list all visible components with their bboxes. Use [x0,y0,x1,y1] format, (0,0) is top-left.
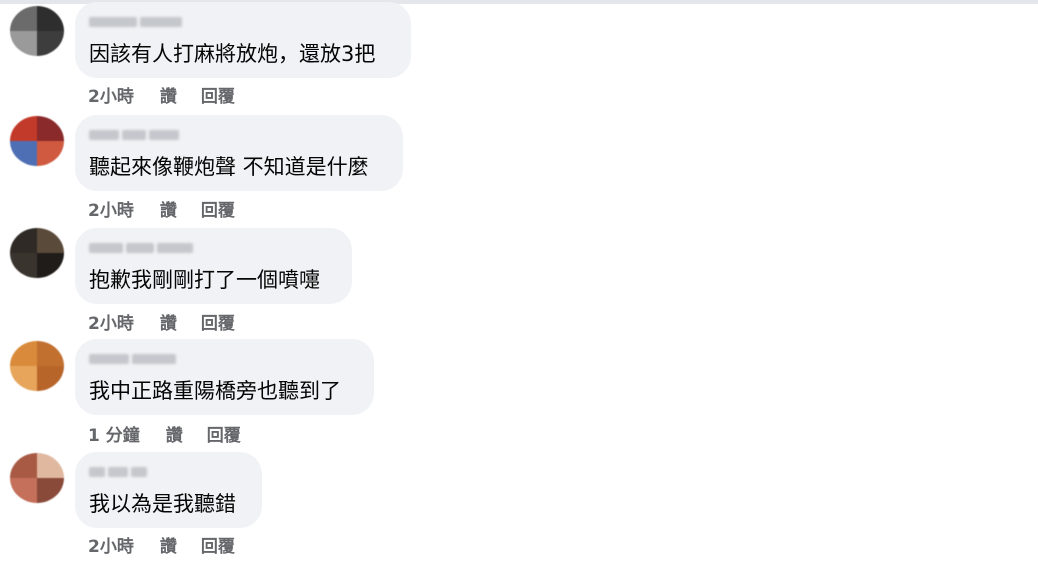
comment-item: 聽起來像鞭炮聲 不知道是什麼 2小時 讚 回覆 [0,113,1038,226]
avatar-tile [37,6,64,31]
avatar-tile [10,31,37,56]
comment-actions: 2小時 讚 回覆 [88,196,235,221]
avatar-tile [10,253,37,278]
comment-item: 我中正路重陽橋旁也聽到了 1 分鐘 讚 回覆 [0,339,1038,452]
comment-timestamp[interactable]: 2小時 [88,309,134,334]
avatar-tile [37,228,64,253]
like-button[interactable]: 讚 [160,309,177,334]
reply-button[interactable]: 回覆 [201,82,235,107]
reply-button[interactable]: 回覆 [207,421,241,446]
avatar-tile [10,366,37,391]
comment-bubble: 聽起來像鞭炮聲 不知道是什麼 [75,115,403,191]
avatar[interactable] [10,116,64,166]
comment-thread: 因該有人打麻將放炮，還放3把 2小時 讚 回覆 聽起來像鞭炮聲 不知道是什麼 2… [0,0,1038,557]
avatar[interactable] [10,6,64,56]
avatar-tile [10,6,37,31]
reply-button[interactable]: 回覆 [201,309,235,334]
comment-text: 我以為是我聽錯 [89,492,236,516]
avatar-tile [37,453,64,478]
avatar-tile [10,228,37,253]
comment-bubble: 我以為是我聽錯 [75,452,262,528]
avatar-tile [37,341,64,366]
comment-item: 因該有人打麻將放炮，還放3把 2小時 讚 回覆 [0,0,1038,113]
author-name[interactable] [89,243,193,253]
author-name[interactable] [89,467,147,477]
like-button[interactable]: 讚 [160,532,177,557]
comment-timestamp[interactable]: 2小時 [88,196,134,221]
author-name[interactable] [89,354,176,364]
author-name[interactable] [89,17,182,27]
avatar-tile [37,31,64,56]
avatar-tile [10,453,37,478]
avatar-tile [10,116,37,141]
avatar[interactable] [10,341,64,391]
avatar-tile [37,366,64,391]
comment-item: 我以為是我聽錯 2小時 讚 回覆 [0,452,1038,565]
reply-button[interactable]: 回覆 [201,196,235,221]
avatar-tile [37,116,64,141]
comment-text: 因該有人打麻將放炮，還放3把 [89,42,376,66]
like-button[interactable]: 讚 [166,421,183,446]
comment-actions: 1 分鐘 讚 回覆 [88,421,241,446]
comment-text: 抱歉我剛剛打了一個噴嚏 [89,268,320,292]
comment-actions: 2小時 讚 回覆 [88,309,235,334]
comment-timestamp[interactable]: 2小時 [88,82,134,107]
avatar-tile [37,253,64,278]
avatar-tile [10,141,37,166]
avatar-tile [37,141,64,166]
comment-text: 我中正路重陽橋旁也聽到了 [89,379,341,403]
avatar-tile [10,341,37,366]
avatar-tile [10,478,37,503]
comment-actions: 2小時 讚 回覆 [88,532,235,557]
comment-timestamp[interactable]: 1 分鐘 [88,421,140,446]
avatar[interactable] [10,228,64,278]
like-button[interactable]: 讚 [160,196,177,221]
comment-actions: 2小時 讚 回覆 [88,82,235,107]
reply-button[interactable]: 回覆 [201,532,235,557]
comment-bubble: 抱歉我剛剛打了一個噴嚏 [75,228,352,304]
avatar[interactable] [10,453,64,503]
comment-item: 抱歉我剛剛打了一個噴嚏 2小時 讚 回覆 [0,226,1038,339]
author-name[interactable] [89,130,179,140]
avatar-tile [37,478,64,503]
comment-bubble: 因該有人打麻將放炮，還放3把 [75,2,411,78]
comment-bubble: 我中正路重陽橋旁也聽到了 [75,339,374,415]
comment-timestamp[interactable]: 2小時 [88,532,134,557]
comment-text: 聽起來像鞭炮聲 不知道是什麼 [89,155,369,179]
like-button[interactable]: 讚 [160,82,177,107]
